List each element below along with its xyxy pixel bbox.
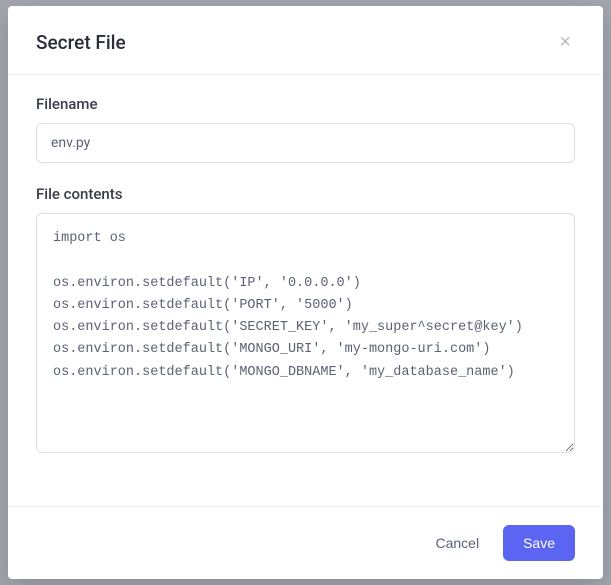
modal-title: Secret File [36, 31, 126, 54]
filename-label: Filename [36, 95, 575, 113]
file-contents-field-group: File contents [36, 185, 575, 457]
secret-file-modal: Secret File × Filename File contents Can… [8, 6, 603, 579]
file-contents-textarea[interactable] [36, 213, 575, 453]
save-button[interactable]: Save [503, 525, 575, 561]
close-icon[interactable]: × [555, 28, 575, 56]
modal-footer: Cancel Save [8, 506, 603, 579]
filename-field-group: Filename [36, 95, 575, 163]
modal-header: Secret File × [8, 6, 603, 75]
file-contents-label: File contents [36, 185, 575, 203]
modal-body: Filename File contents [8, 75, 603, 506]
filename-input[interactable] [36, 123, 575, 163]
cancel-button[interactable]: Cancel [429, 527, 485, 559]
